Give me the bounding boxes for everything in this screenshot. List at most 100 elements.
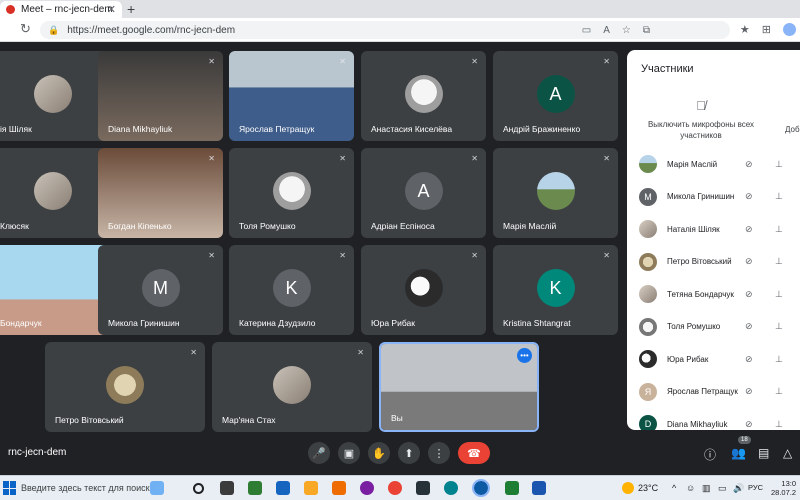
participant-tile[interactable]: ✕ Богдан Кіпенько [98, 148, 223, 238]
pin-icon[interactable]: ⊥ [775, 256, 783, 267]
people-tray-icon[interactable]: ☺ [686, 483, 695, 493]
participant-row[interactable]: Наталія Шіляк ⊘ ⊥ [627, 213, 800, 246]
present-button[interactable]: ⬆ [398, 442, 420, 464]
participant-tile[interactable]: A ✕ Адріан Еспіноса [361, 148, 486, 238]
app-icon[interactable] [444, 481, 458, 495]
temperature[interactable]: 23°C [638, 483, 658, 493]
end-call-button[interactable]: ☎ [458, 442, 490, 464]
mic-button[interactable]: 🎤 [308, 442, 330, 464]
lock-icon[interactable]: 🔒 [48, 25, 59, 36]
task-view-icon[interactable] [193, 483, 204, 494]
more-options-button[interactable]: ⋮ [428, 442, 450, 464]
participant-tile[interactable]: ••• Вы [379, 342, 539, 432]
mic-off-icon[interactable]: ⊘ [745, 224, 753, 235]
mic-off-icon[interactable]: ⊘ [745, 354, 753, 365]
excel-icon[interactable] [505, 481, 519, 495]
present-icon: ⬆ [404, 447, 414, 460]
participant-tile[interactable]: M ✕ Микола Гринишин [98, 245, 223, 335]
calculator-icon[interactable] [248, 481, 262, 495]
favorites-bar-icon[interactable]: ★ [740, 23, 750, 36]
tray-chevron-icon[interactable]: ^ [672, 483, 676, 493]
pin-icon[interactable]: ⊥ [775, 191, 783, 202]
camera-button[interactable]: ▣ [338, 442, 360, 464]
media-icon[interactable] [332, 481, 346, 495]
floppy-icon[interactable] [276, 481, 290, 495]
participant-row[interactable]: D Diana Mikhayliuk ⊘ ⊥ [627, 408, 800, 430]
camera-icon[interactable]: ▭ [582, 25, 591, 36]
tab-close-icon[interactable]: ✕ [107, 3, 116, 16]
pin-icon[interactable]: ⊥ [775, 224, 783, 235]
info-icon[interactable]: ⓘ [704, 446, 716, 463]
chat-icon[interactable]: ▤ [758, 446, 769, 460]
pin-icon[interactable]: ⊥ [775, 159, 783, 170]
participant-tile[interactable]: ✕ Ярослав Петращук [229, 51, 354, 141]
mic-off-icon[interactable]: ⊘ [745, 321, 753, 332]
read-aloud-icon[interactable]: A [603, 25, 610, 36]
language-indicator[interactable]: РУС [748, 483, 763, 492]
address-bar: ↻ 🔒 https://meet.google.com/rnc-jecn-dem… [0, 18, 800, 42]
tile-more-icon[interactable]: ••• [517, 348, 532, 363]
speaker-icon[interactable]: 🔊 [733, 483, 744, 494]
activities-icon[interactable]: △ [783, 446, 792, 460]
participant-tile[interactable]: ✕ Diana Mikhayliuk [98, 51, 223, 141]
browser-tab[interactable]: Meet – rnc-jecn-dem ✕ [0, 1, 122, 18]
new-tab-icon[interactable]: + [127, 1, 135, 17]
add-people-label[interactable]: Доб [785, 125, 800, 134]
collections-icon[interactable]: ⧉ [643, 25, 650, 36]
pin-icon[interactable]: ⊥ [775, 419, 783, 430]
map-icon[interactable] [150, 481, 164, 495]
taskview-app-icon[interactable] [220, 481, 234, 495]
participant-tile[interactable]: K ✕ Катерина Дзудзило [229, 245, 354, 335]
mute-all-button[interactable]: 🎙̸ Выключить микрофоны всех участников [641, 98, 761, 141]
pin-icon[interactable]: ⊥ [775, 354, 783, 365]
mic-off-icon: ✕ [471, 154, 478, 163]
mic-off-icon[interactable]: ⊘ [745, 386, 753, 397]
participant-row[interactable]: Петро Вітовський ⊘ ⊥ [627, 246, 800, 279]
url-field[interactable]: 🔒 https://meet.google.com/rnc-jecn-dem ▭… [40, 21, 730, 39]
pin-icon[interactable]: ⊥ [775, 289, 783, 300]
extensions-icon[interactable]: ⊞ [762, 23, 771, 36]
participant-tile[interactable]: ✕ Толя Ромушко [229, 148, 354, 238]
video-camera-icon: ▣ [343, 447, 355, 460]
participant-row[interactable]: Я Ярослав Петращук ⊘ ⊥ [627, 376, 800, 409]
favorite-icon[interactable]: ☆ [622, 25, 631, 36]
participant-tile[interactable]: A ✕ Андрій Бражиненко [493, 51, 618, 141]
folder-icon[interactable] [304, 481, 318, 495]
network-icon[interactable]: ▥ [702, 483, 711, 494]
clock[interactable]: 13:0 28.07.2 [771, 479, 796, 497]
pin-icon[interactable]: ⊥ [775, 321, 783, 332]
raise-hand-button[interactable]: ✋ [368, 442, 390, 464]
mic-off-icon[interactable]: ⊘ [745, 159, 753, 170]
chrome-icon[interactable] [388, 481, 402, 495]
edge-icon[interactable] [472, 479, 490, 497]
mic-off-icon[interactable]: ⊘ [745, 419, 753, 430]
mic-off-icon[interactable]: ⊘ [745, 191, 753, 202]
profile-icon[interactable] [783, 23, 796, 36]
weather-icon[interactable] [622, 482, 634, 494]
people-icon[interactable]: 👥 [731, 446, 746, 460]
participant-row[interactable]: Марія Маслій ⊘ ⊥ [627, 148, 800, 181]
participant-tile[interactable]: ✕ Петро Вітовський [45, 342, 205, 432]
participant-tile[interactable]: ✕ Юра Рибак [361, 245, 486, 335]
refresh-icon[interactable]: ↻ [20, 21, 31, 37]
pin-icon[interactable]: ⊥ [775, 386, 783, 397]
participant-row[interactable]: Тетяна Бондарчук ⊘ ⊥ [627, 278, 800, 311]
participant-tile[interactable]: K ✕ Kristina Shtangrat [493, 245, 618, 335]
word-icon[interactable] [532, 481, 546, 495]
battery-icon[interactable]: ▭ [718, 483, 727, 494]
mic-off-icon[interactable]: ⊘ [745, 289, 753, 300]
participant-name: ія Шіляк [0, 124, 32, 134]
participant-row[interactable]: Толя Ромушко ⊘ ⊥ [627, 311, 800, 344]
meeting-controls: rnc-jecn-dem 🎤 ▣ ✋ ⬆ ⋮ ☎ ⓘ 👥 18 ▤ △ [0, 432, 800, 472]
terminal-icon[interactable] [416, 481, 430, 495]
participant-row[interactable]: M Микола Гринишин ⊘ ⊥ [627, 181, 800, 214]
participant-tile[interactable]: ✕ Мар'яна Стах [212, 342, 372, 432]
viber-icon[interactable] [360, 481, 374, 495]
mic-off-icon[interactable]: ⊘ [745, 256, 753, 267]
participant-tile[interactable]: ✕ Марія Маслій [493, 148, 618, 238]
participant-row[interactable]: Юра Рибак ⊘ ⊥ [627, 343, 800, 376]
windows-start-icon[interactable] [3, 481, 17, 495]
participant-tile[interactable]: ✕ Анастасия Киселёва [361, 51, 486, 141]
mic-off-icon: ✕ [339, 57, 346, 66]
participant-name: Юра Рибак [371, 318, 415, 328]
